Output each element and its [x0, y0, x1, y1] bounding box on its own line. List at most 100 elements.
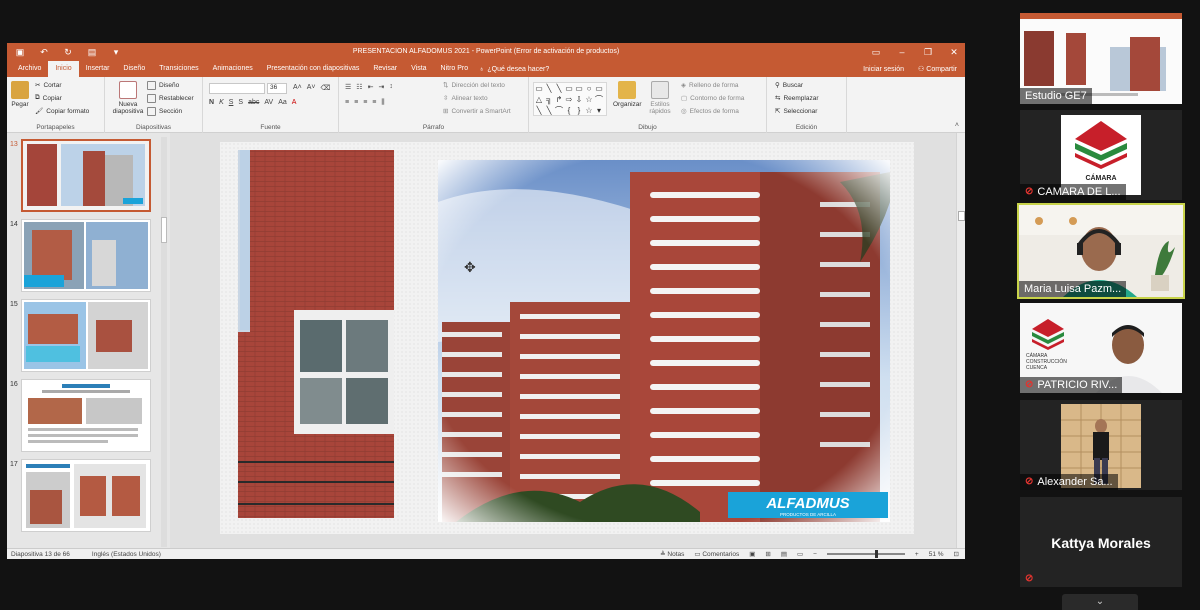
tab-transiciones[interactable]: Transiciones: [152, 61, 205, 77]
format-label: Copiar formato: [46, 107, 90, 115]
layout-button[interactable]: Diseño: [147, 81, 179, 90]
shape-fill-button[interactable]: ◈ Relleno de forma: [681, 81, 739, 90]
align-text-button[interactable]: ⇳ Alinear texto: [443, 94, 488, 103]
tab-presentacion[interactable]: Presentación con diapositivas: [260, 61, 367, 77]
tab-inicio[interactable]: Inicio: [48, 61, 79, 77]
slide-scroll-handle[interactable]: [958, 211, 965, 221]
underline-icon[interactable]: S: [229, 99, 234, 106]
tell-me-box[interactable]: ♁ ¿Qué desea hacer?: [475, 66, 549, 73]
slide-thumbnail[interactable]: [21, 219, 151, 292]
font-color-icon[interactable]: A: [292, 99, 297, 106]
notes-button[interactable]: ≜ Notas: [660, 550, 684, 558]
tab-archivo[interactable]: Archivo: [11, 61, 48, 77]
numbering-icon[interactable]: ☷: [356, 83, 362, 91]
participant-tile[interactable]: CÁMARA CONSTRUCCIÓN CUENCA ⊘ PATRICIO RI…: [1020, 303, 1182, 393]
tab-nitro-pro[interactable]: Nitro Pro: [434, 61, 476, 77]
section-button[interactable]: Sección: [147, 107, 182, 116]
cut-button[interactable]: ✂ Cortar: [35, 81, 62, 90]
zoom-slider[interactable]: [826, 550, 905, 558]
participant-tile[interactable]: Estudio GE7: [1020, 13, 1182, 104]
font-size-input[interactable]: 36: [267, 83, 287, 94]
collapse-ribbon-icon[interactable]: ˄: [955, 122, 959, 129]
arrange-button[interactable]: Organizar: [613, 81, 642, 108]
current-slide[interactable]: ALFADMUS PRODUCTOS DE ARCILLA ✥: [220, 142, 914, 534]
indent-more-icon[interactable]: ⇥: [378, 83, 384, 91]
status-bar: Diapositiva 13 de 66 Inglés (Estados Uni…: [7, 548, 965, 559]
close-icon[interactable]: ✕: [947, 45, 961, 59]
tab-animaciones[interactable]: Animaciones: [206, 61, 260, 77]
tab-revisar[interactable]: Revisar: [366, 61, 404, 77]
quick-styles-button[interactable]: Estilos rápidos: [647, 81, 673, 115]
font-style-buttons: N K S S abc AV Aa A: [209, 99, 296, 106]
participant-tile[interactable]: Kattya Morales ⊘: [1020, 497, 1182, 587]
reset-button[interactable]: Restablecer: [147, 94, 194, 103]
zoom-out-icon[interactable]: −: [813, 551, 817, 558]
spacing-icon[interactable]: AV: [264, 99, 273, 106]
participant-tile[interactable]: CÁMARA ⊘ CAMARA DE L...: [1020, 110, 1182, 200]
maximize-icon[interactable]: ❐: [921, 45, 935, 59]
indent-less-icon[interactable]: ⇤: [368, 83, 374, 91]
slide-thumbnail[interactable]: [21, 139, 151, 212]
bullets-icon[interactable]: ☰: [345, 83, 351, 91]
align-left-icon[interactable]: ≡: [345, 99, 349, 107]
select-button[interactable]: ⇱ Seleccionar: [775, 107, 817, 116]
zoom-in-icon[interactable]: +: [915, 551, 919, 558]
shrink-font-icon[interactable]: A˅: [307, 84, 316, 92]
strike-icon[interactable]: abc: [248, 99, 259, 106]
signin-link[interactable]: Iniciar sesión: [863, 66, 904, 73]
tab-vista[interactable]: Vista: [404, 61, 433, 77]
smartart-button[interactable]: ⊞ Convertir a SmartArt: [443, 107, 511, 116]
columns-icon[interactable]: ⫼: [381, 99, 384, 107]
grow-font-icon[interactable]: A˄: [293, 84, 302, 92]
zoom-slider-handle[interactable]: [874, 550, 878, 558]
line-spacing-icon[interactable]: ↕: [389, 83, 393, 91]
zoom-level[interactable]: 51 %: [929, 551, 944, 558]
paste-button[interactable]: Pegar: [11, 81, 29, 108]
slide-thumbnail[interactable]: [21, 299, 151, 372]
reading-view-icon[interactable]: ▤: [781, 550, 787, 558]
shape-outline-button[interactable]: ▢ Contorno de forma: [681, 94, 744, 103]
fit-slide-icon[interactable]: ⊡: [954, 550, 959, 558]
shadow-icon[interactable]: S: [238, 99, 243, 106]
tab-insertar[interactable]: Insertar: [79, 61, 117, 77]
shapes-gallery[interactable]: ▭ ╲ ╲ ▭ ▭ ○ ▭ △ ╗ ↱ ⇨ ⇩ ☆ ⌒ ╲ ╲ ⌒{} ☆ ▾: [533, 82, 607, 116]
italic-icon[interactable]: K: [219, 99, 224, 106]
photo-brick-wall: [238, 150, 394, 518]
participant-tile-active-speaker[interactable]: Maria Luisa Pazm...: [1017, 203, 1185, 299]
ribbon-options-icon[interactable]: ▭: [869, 45, 883, 59]
format-painter-button[interactable]: 🖌 Copiar formato: [35, 107, 90, 116]
participant-tile[interactable]: ⊘ Alexander Sa...: [1020, 400, 1182, 490]
slide-thumbnail[interactable]: [21, 379, 151, 452]
brush-icon: 🖌: [35, 108, 44, 115]
replace-button[interactable]: ⇆ Reemplazar: [775, 94, 819, 103]
new-slide-button[interactable]: Nueva diapositiva: [111, 81, 145, 115]
slide-scrollbar[interactable]: [956, 133, 965, 548]
comments-button[interactable]: ▭ Comentarios: [694, 550, 739, 558]
slideshow-view-icon[interactable]: ▭: [797, 550, 803, 558]
clear-format-icon[interactable]: ⌫: [321, 84, 331, 92]
scroll-participants-down-icon[interactable]: ⌄: [1062, 594, 1138, 610]
share-button[interactable]: ⚇ Compartir: [918, 65, 957, 73]
language-indicator[interactable]: Inglés (Estados Unidos): [92, 551, 161, 558]
sorter-view-icon[interactable]: ⊞: [765, 550, 770, 558]
bold-icon[interactable]: N: [209, 99, 214, 106]
align-center-icon[interactable]: ≡: [354, 99, 358, 107]
find-button[interactable]: ⚲ Buscar: [775, 81, 803, 90]
thumbnails-scrollbar[interactable]: [161, 137, 167, 547]
shape-effects-button[interactable]: ◎ Efectos de forma: [681, 107, 739, 116]
slide-thumbnail[interactable]: [21, 459, 151, 532]
thumbnails-scroll-handle[interactable]: [161, 217, 167, 243]
font-name-input[interactable]: [209, 83, 265, 94]
justify-icon[interactable]: ≡: [372, 99, 376, 107]
participant-name-bar: Estudio GE7: [1020, 88, 1092, 104]
case-icon[interactable]: Aa: [278, 99, 287, 106]
text-direction-button[interactable]: ⇅ Dirección del texto: [443, 81, 505, 90]
tab-diseno[interactable]: Diseño: [116, 61, 152, 77]
align-right-icon[interactable]: ≡: [363, 99, 367, 107]
copy-button[interactable]: ⧉ Copiar: [35, 94, 62, 102]
section-icon: [147, 107, 156, 116]
minimize-icon[interactable]: –: [895, 45, 909, 59]
participant-name: Estudio GE7: [1025, 90, 1087, 102]
copy-label: Copiar: [42, 94, 62, 102]
normal-view-icon[interactable]: ▣: [749, 550, 755, 558]
